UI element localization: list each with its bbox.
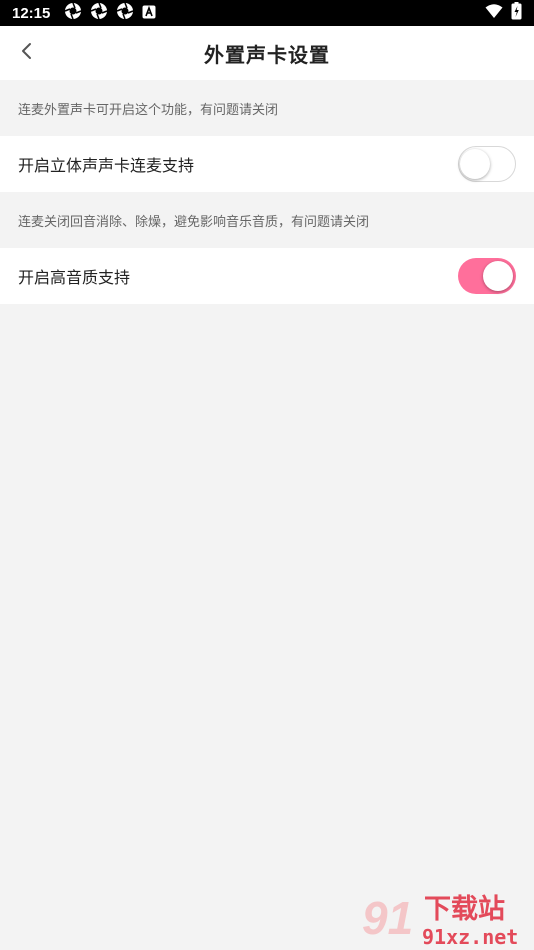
watermark-logo: 91 下载站 91xz.net	[362, 892, 518, 948]
back-button[interactable]	[10, 36, 44, 70]
toggle-knob	[483, 261, 513, 291]
aperture-icon	[64, 2, 82, 24]
watermark-text: 下载站	[424, 894, 505, 925]
aperture-icon	[116, 2, 134, 24]
setting-label-stereo: 开启立体声声卡连麦支持	[18, 156, 195, 175]
toggle-knob	[460, 148, 490, 179]
hq-toggle[interactable]	[458, 258, 516, 294]
setting-label-hq: 开启高音质支持	[18, 268, 131, 287]
battery-charging-icon	[511, 2, 522, 24]
wifi-icon	[485, 3, 503, 23]
page-title: 外置声卡设置	[204, 42, 330, 67]
stereo-toggle[interactable]	[458, 146, 516, 182]
app-bar: 外置声卡设置	[0, 26, 534, 80]
watermark-domain: 91xz.net	[422, 925, 518, 948]
aperture-icon	[90, 2, 108, 24]
section-hint-stereo: 连麦外置声卡可开启这个功能，有问题请关闭	[18, 102, 279, 118]
setting-row-stereo-sound-card: 开启立体声声卡连麦支持	[0, 136, 534, 192]
status-bar: 12:15	[0, 0, 534, 26]
status-time: 12:15	[12, 4, 51, 22]
chevron-left-icon	[20, 41, 34, 65]
section-hint-hq: 连麦关闭回音消除、除燥，避免影响音乐音质，有问题请关闭	[18, 214, 370, 230]
watermark-logo-text: 91	[362, 892, 413, 944]
setting-row-high-quality: 开启高音质支持	[0, 248, 534, 304]
a-badge-icon	[142, 4, 156, 23]
